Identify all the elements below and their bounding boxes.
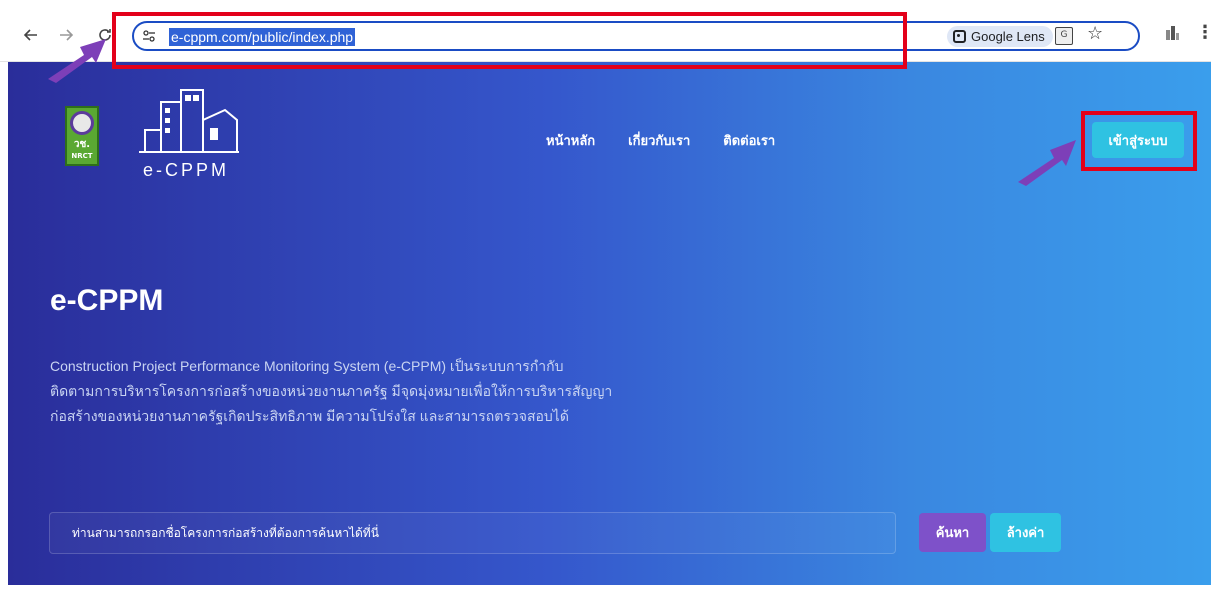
login-button[interactable]: เข้าสู่ระบบ — [1092, 122, 1184, 158]
address-bar[interactable]: e-cppm.com/public/index.php Google Lens … — [132, 21, 1140, 51]
logo-text: e-CPPM — [143, 160, 230, 180]
seal-icon — [70, 111, 94, 135]
browser-toolbar: e-cppm.com/public/index.php Google Lens … — [0, 0, 1211, 62]
description-line-1: Construction Project Performance Monitor… — [50, 358, 564, 374]
arrow-left-icon — [23, 29, 37, 41]
page-title: e-CPPM — [50, 284, 164, 317]
logo-seal-thai: วช. — [73, 139, 91, 150]
description-line-2: ติดตามการบริหารโครงการก่อสร้างของหน่วยงา… — [50, 383, 613, 399]
lens-icon — [953, 30, 966, 43]
nav-about[interactable]: เกี่ยวกับเรา — [628, 130, 690, 151]
translate-icon[interactable]: G — [1055, 27, 1073, 45]
back-button[interactable] — [20, 24, 42, 46]
hero-description: Construction Project Performance Monitor… — [50, 354, 770, 429]
project-search-input[interactable] — [49, 512, 896, 554]
kebab-menu-icon[interactable]: ⋮ — [1196, 22, 1211, 43]
arrow-pointer-icon — [1018, 140, 1076, 186]
building-logo-icon — [139, 89, 239, 153]
google-lens-button[interactable]: Google Lens — [947, 26, 1053, 47]
tune-icon[interactable] — [142, 29, 156, 43]
arrow-pointer-icon — [48, 39, 106, 83]
google-lens-label: Google Lens — [971, 29, 1045, 44]
nrct-logo: วช. NRCT — [65, 106, 99, 166]
search-button[interactable]: ค้นหา — [919, 513, 986, 552]
url-text[interactable]: e-cppm.com/public/index.php — [169, 28, 356, 46]
logo-seal-en: NRCT — [71, 152, 93, 160]
star-icon[interactable]: ☆ — [1087, 23, 1103, 44]
nav-home[interactable]: หน้าหลัก — [546, 130, 595, 151]
top-nav: หน้าหลัก เกี่ยวกับเรา ติดต่อเรา — [546, 130, 775, 151]
description-line-3: ก่อสร้างของหน่วยงานภาครัฐเกิดประสิทธิภาพ… — [50, 408, 569, 424]
extension-icon[interactable] — [1163, 24, 1181, 44]
nav-contact[interactable]: ติดต่อเรา — [723, 130, 775, 151]
clear-button[interactable]: ล้างค่า — [990, 513, 1061, 552]
